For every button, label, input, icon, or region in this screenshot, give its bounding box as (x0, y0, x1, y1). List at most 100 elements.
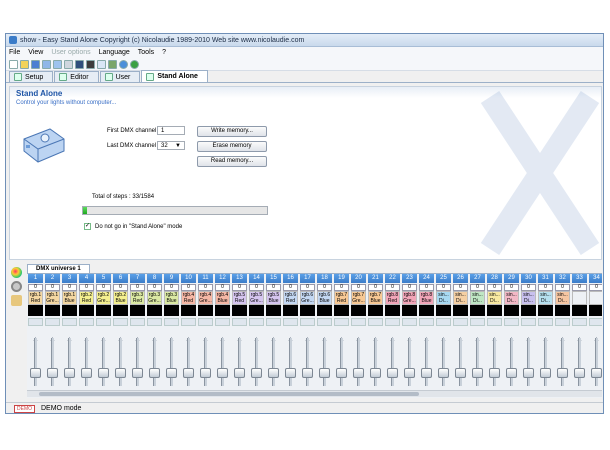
fader-track[interactable] (136, 338, 139, 386)
channel-fader[interactable]: 320sin...Di...▲ (554, 274, 571, 398)
channel-fader[interactable]: 30rgb.1Blue▲ (61, 274, 78, 398)
color-palette-icon[interactable] (11, 267, 22, 278)
channel-preset-button[interactable] (402, 318, 417, 326)
window-icon[interactable] (97, 59, 106, 69)
channel-preset-button[interactable] (572, 318, 587, 326)
channel-preset-button[interactable] (589, 318, 602, 326)
channel-preset-button[interactable] (266, 318, 281, 326)
menu-help[interactable]: ? (162, 49, 166, 56)
fader-knob[interactable] (115, 368, 126, 378)
channel-preset-button[interactable] (164, 318, 179, 326)
fader-track[interactable] (119, 338, 122, 386)
channel-fader[interactable]: 40rgb.2Red▲ (78, 274, 95, 398)
fader-knob[interactable] (149, 368, 160, 378)
fader-track[interactable] (391, 338, 394, 386)
fader-knob[interactable] (285, 368, 296, 378)
channel-preset-button[interactable] (453, 318, 468, 326)
fader-track[interactable] (306, 338, 309, 386)
fader-knob[interactable] (404, 368, 415, 378)
fader-knob[interactable] (251, 368, 262, 378)
channel-fader[interactable]: 180rgb.6Blue▲ (316, 274, 333, 398)
write-memory-button[interactable]: Write memory... (197, 126, 267, 137)
globe-icon[interactable] (119, 59, 128, 69)
read-memory-button[interactable]: Read memory... (197, 156, 267, 167)
fader-track[interactable] (170, 338, 173, 386)
channel-preset-button[interactable] (351, 318, 366, 326)
channel-preset-button[interactable] (28, 318, 43, 326)
fader-track[interactable] (493, 338, 496, 386)
fader-knob[interactable] (302, 368, 313, 378)
channel-fader[interactable]: 270sin...Di...▲ (469, 274, 486, 398)
channel-fader[interactable]: 70rgb.3Red▲ (129, 274, 146, 398)
channel-preset-button[interactable] (504, 318, 519, 326)
channel-fader[interactable]: 210rgb.7Blue▲ (367, 274, 384, 398)
menu-tools[interactable]: Tools (138, 49, 154, 56)
channel-preset-button[interactable] (249, 318, 264, 326)
fader-knob[interactable] (370, 368, 381, 378)
fader-track[interactable] (204, 338, 207, 386)
channel-preset-button[interactable] (113, 318, 128, 326)
fader-knob[interactable] (591, 368, 602, 378)
channel-preset-button[interactable] (147, 318, 162, 326)
fader-knob[interactable] (319, 368, 330, 378)
channel-preset-button[interactable] (317, 318, 332, 326)
fader-track[interactable] (459, 338, 462, 386)
screen-icon[interactable] (86, 59, 95, 69)
fader-track[interactable] (255, 338, 258, 386)
channel-preset-button[interactable] (283, 318, 298, 326)
channel-fader[interactable]: 10rgb.1Red▲ (27, 274, 44, 398)
channel-fader[interactable]: 260sin...Di...▲ (452, 274, 469, 398)
fader-knob[interactable] (455, 368, 466, 378)
channel-preset-button[interactable] (521, 318, 536, 326)
channel-fader[interactable]: 170rgb.6Gre...▲ (299, 274, 316, 398)
channel-fader[interactable]: 330▲ (571, 274, 588, 398)
tab-editor[interactable]: Editor (54, 71, 99, 82)
channel-fader[interactable]: 310sin...Di...▲ (537, 274, 554, 398)
channel-fader[interactable]: 80rgb.3Gre...▲ (146, 274, 163, 398)
fader-knob[interactable] (268, 368, 279, 378)
channel-fader[interactable]: 240rgb.8Blue▲ (418, 274, 435, 398)
fader-track[interactable] (153, 338, 156, 386)
fader-track[interactable] (340, 338, 343, 386)
fader-track[interactable] (238, 338, 241, 386)
channel-preset-button[interactable] (436, 318, 451, 326)
channel-fader[interactable]: 140rgb.5Gre...▲ (248, 274, 265, 398)
fader-track[interactable] (272, 338, 275, 386)
undo-icon[interactable] (42, 59, 51, 69)
fader-knob[interactable] (336, 368, 347, 378)
fader-knob[interactable] (234, 368, 245, 378)
edit-fixture-icon[interactable] (11, 295, 22, 306)
fader-track[interactable] (51, 338, 54, 386)
tool-icon[interactable] (108, 59, 117, 69)
fader-track[interactable] (289, 338, 292, 386)
fader-knob[interactable] (472, 368, 483, 378)
channel-preset-button[interactable] (419, 318, 434, 326)
tab-stand-alone[interactable]: Stand Alone (141, 70, 208, 82)
channel-fader[interactable]: 230rgb.8Gre...▲ (401, 274, 418, 398)
tab-user[interactable]: User (99, 71, 141, 82)
fader-track[interactable] (408, 338, 411, 386)
fader-knob[interactable] (166, 368, 177, 378)
channel-preset-button[interactable] (300, 318, 315, 326)
channel-preset-button[interactable] (96, 318, 111, 326)
channel-fader[interactable]: 200rgb.7Gre...▲ (350, 274, 367, 398)
erase-memory-button[interactable]: Erase memory (197, 141, 267, 152)
fader-knob[interactable] (64, 368, 75, 378)
channel-fader[interactable]: 190rgb.7Red▲ (333, 274, 350, 398)
monitor-icon[interactable] (75, 59, 84, 69)
save-icon[interactable] (31, 59, 40, 69)
gear-icon[interactable] (11, 281, 22, 292)
fader-knob[interactable] (489, 368, 500, 378)
fader-knob[interactable] (574, 368, 585, 378)
fader-track[interactable] (595, 338, 598, 386)
channel-preset-button[interactable] (130, 318, 145, 326)
fader-track[interactable] (323, 338, 326, 386)
channel-preset-button[interactable] (385, 318, 400, 326)
fader-knob[interactable] (183, 368, 194, 378)
channel-fader[interactable]: 50rgb.2Gre...▲ (95, 274, 112, 398)
fader-knob[interactable] (30, 368, 41, 378)
fader-knob[interactable] (557, 368, 568, 378)
fader-track[interactable] (442, 338, 445, 386)
channel-fader[interactable]: 280sin...Di...▲ (486, 274, 503, 398)
menu-view[interactable]: View (28, 49, 43, 56)
